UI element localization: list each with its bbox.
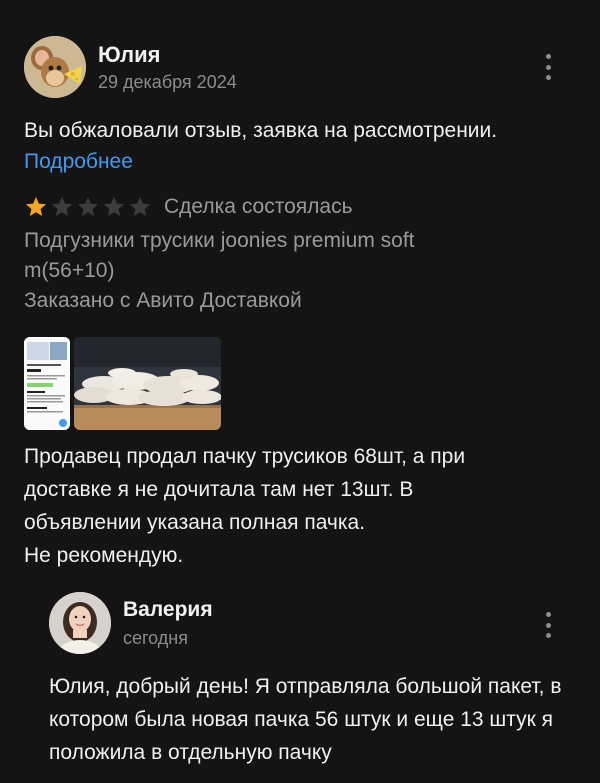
star-icon — [50, 195, 74, 219]
reply-text: Юлия, добрый день! Я отправляла большой … — [49, 675, 562, 764]
reply-author-name[interactable]: Валерия — [123, 598, 213, 622]
appeal-text: Вы обжаловали отзыв, заявка на рассмотре… — [24, 119, 498, 142]
deal-status: Сделка состоялась — [164, 195, 353, 218]
more-options-icon[interactable] — [538, 54, 558, 80]
reviewer-name[interactable]: Юлия — [98, 42, 160, 68]
appeal-details-link[interactable]: Подробнее — [24, 146, 584, 177]
seller-avatar-image — [49, 592, 111, 654]
product-name[interactable]: Подгузники трусики joonies premium soft … — [24, 226, 544, 286]
review-text: Продавец продал пачку трусиков 68шт, а п… — [24, 445, 466, 567]
jerry-mouse-avatar-image — [24, 36, 86, 98]
product-name-line: m(56+10) — [24, 259, 115, 282]
delivery-info: Заказано с Авито Доставкой — [24, 289, 302, 312]
star-icon — [128, 195, 152, 219]
product-name-line: Подгузники трусики joonies premium soft — [24, 229, 415, 252]
reply-avatar[interactable] — [49, 592, 111, 654]
reply-date: сегодня — [123, 628, 188, 648]
rating-row: Сделка состоялась — [24, 194, 353, 220]
reviewer-avatar[interactable] — [24, 36, 86, 98]
review-date: 29 декабря 2024 — [98, 72, 237, 92]
star-icon — [76, 195, 100, 219]
review-photo-diapers[interactable] — [74, 337, 221, 430]
star-icon — [102, 195, 126, 219]
reply-more-options-icon[interactable] — [538, 612, 558, 638]
review-photo-listing[interactable] — [24, 337, 70, 430]
star-icon — [24, 195, 48, 219]
appeal-notice: Вы обжаловали отзыв, заявка на рассмотре… — [24, 115, 584, 177]
